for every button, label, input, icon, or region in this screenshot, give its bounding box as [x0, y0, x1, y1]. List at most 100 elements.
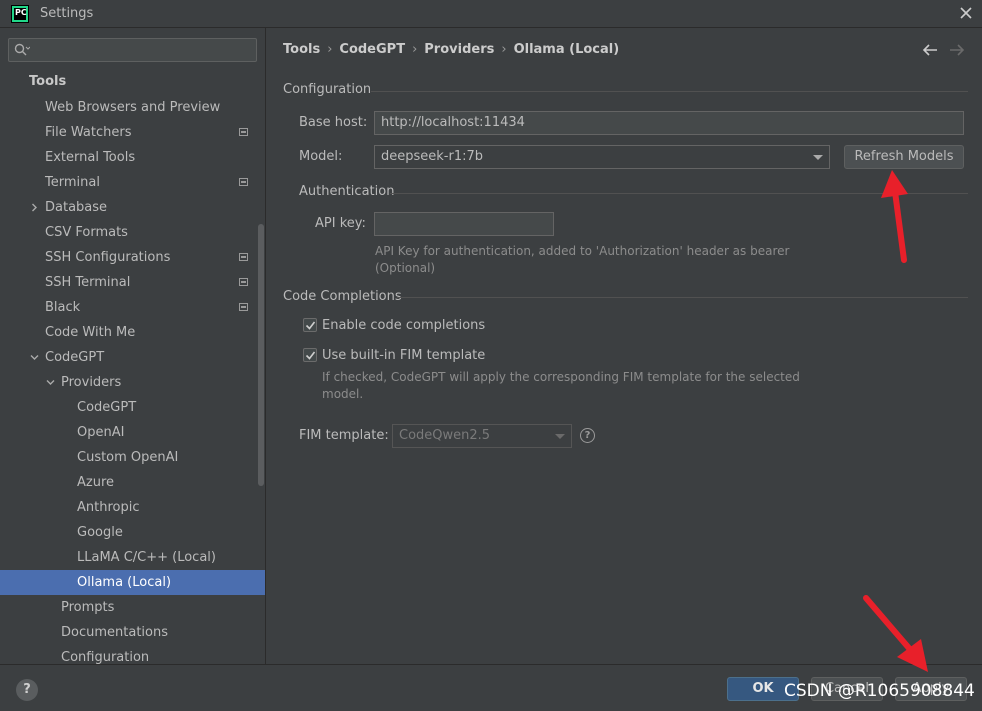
section-code-completions: Code Completions [283, 289, 402, 304]
search-icon [14, 43, 30, 56]
sidebar-item-label: Web Browsers and Preview [45, 100, 221, 115]
api-key-input[interactable] [374, 212, 554, 236]
sidebar-item-label: CodeGPT [45, 350, 105, 365]
section-divider [390, 193, 968, 194]
breadcrumb-item[interactable]: Providers [424, 42, 494, 57]
help-icon[interactable]: ? [580, 428, 595, 443]
fim-template-value: CodeQwen2.5 [399, 428, 491, 443]
sidebar-item-label: Custom OpenAI [77, 450, 179, 465]
settings-content: Tools › CodeGPT › Providers › Ollama (Local) C… [265, 28, 982, 664]
sidebar-item-label: Prompts [61, 600, 115, 615]
sidebar-item-prompts[interactable]: Prompts [0, 595, 257, 620]
breadcrumb-separator: › [501, 42, 507, 57]
sidebar-scrollbar[interactable] [258, 224, 264, 486]
sidebar-item-label: Google [77, 525, 123, 540]
builtin-fim-hint: If checked, CodeGPT will apply the corre… [322, 370, 800, 401]
help-icon[interactable]: ? [16, 679, 38, 701]
base-host-input[interactable]: http://localhost:11434 [374, 111, 964, 135]
window-title: Settings [40, 6, 94, 21]
tree-header-tools[interactable]: Tools [29, 74, 66, 89]
api-key-hint: API Key for authentication, added to 'Au… [375, 244, 790, 275]
base-host-label: Base host: [299, 115, 368, 130]
sidebar-item-anthropic[interactable]: Anthropic [0, 495, 257, 520]
sidebar-item-codegpt[interactable]: CodeGPT [0, 395, 257, 420]
sidebar-item-label: LLaMA C/C++ (Local) [77, 550, 216, 565]
chevron-down-icon [813, 155, 823, 160]
sidebar-item-llama-c-c-local[interactable]: LLaMA C/C++ (Local) [0, 545, 257, 570]
sidebar-item-label: External Tools [45, 150, 136, 165]
sidebar-item-label: Documentations [61, 625, 168, 640]
fim-template-dropdown: CodeQwen2.5 [392, 424, 572, 448]
sidebar-item-providers[interactable]: Providers [0, 370, 257, 395]
watermark: CSDN @R1065908844 [784, 681, 975, 701]
sidebar-item-codegpt[interactable]: CodeGPT [0, 345, 257, 370]
sidebar-item-ollama-local[interactable]: Ollama (Local) [0, 570, 265, 595]
project-settings-icon [239, 178, 248, 186]
project-settings-icon [239, 303, 248, 311]
sidebar-item-openai[interactable]: OpenAI [0, 420, 257, 445]
model-value: deepseek-r1:7b [381, 149, 484, 164]
sidebar-item-label: Code With Me [45, 325, 136, 340]
sidebar-item-label: Ollama (Local) [77, 575, 172, 590]
pycharm-logo-icon: PC [11, 5, 29, 23]
sidebar-item-external-tools[interactable]: External Tools [0, 145, 257, 170]
sidebar-item-custom-openai[interactable]: Custom OpenAI [0, 445, 257, 470]
settings-sidebar: Tools Web Browsers and Preview File Watch… [0, 28, 265, 664]
breadcrumb: Tools › CodeGPT › Providers › Ollama (Local) [283, 42, 619, 57]
close-icon[interactable] [956, 3, 976, 23]
breadcrumb-separator: › [327, 42, 333, 57]
sidebar-item-black[interactable]: Black [0, 295, 257, 320]
sidebar-item-csv-formats[interactable]: CSV Formats [0, 220, 257, 245]
section-configuration: Configuration [283, 82, 372, 97]
breadcrumb-separator: › [412, 42, 418, 57]
sidebar-item-terminal[interactable]: Terminal [0, 170, 257, 195]
sidebar-item-google[interactable]: Google [0, 520, 257, 545]
breadcrumb-item[interactable]: Tools [283, 42, 320, 57]
enable-completions-label[interactable]: Enable code completions [322, 318, 485, 333]
sidebar-item-file-watchers[interactable]: File Watchers [0, 120, 257, 145]
breadcrumb-item: Ollama (Local) [513, 42, 620, 57]
project-settings-icon [239, 253, 248, 261]
sidebar-item-web-browsers-and-preview[interactable]: Web Browsers and Preview [0, 95, 257, 120]
sidebar-item-ssh-terminal[interactable]: SSH Terminal [0, 270, 257, 295]
chevron-down-icon[interactable] [46, 378, 55, 387]
api-key-label: API key: [315, 216, 366, 231]
sidebar-item-label: OpenAI [77, 425, 125, 440]
chevron-right-icon[interactable] [30, 203, 39, 212]
checkmark-icon [305, 321, 316, 330]
forward-arrow-icon[interactable] [949, 44, 965, 56]
sidebar-item-documentations[interactable]: Documentations [0, 620, 257, 645]
sidebar-item-azure[interactable]: Azure [0, 470, 257, 495]
sidebar-item-label: File Watchers [45, 125, 132, 140]
breadcrumb-item[interactable]: CodeGPT [339, 42, 405, 57]
project-settings-icon [239, 278, 248, 286]
search-input[interactable] [33, 41, 253, 59]
sidebar-item-label: Terminal [45, 175, 100, 190]
sidebar-item-ssh-configurations[interactable]: SSH Configurations [0, 245, 257, 270]
model-dropdown[interactable]: deepseek-r1:7b [374, 145, 830, 169]
builtin-fim-label[interactable]: Use built-in FIM template [322, 348, 485, 363]
builtin-fim-checkbox[interactable] [303, 348, 317, 362]
fim-template-label: FIM template: [299, 428, 389, 443]
title-bar: PC Settings [0, 0, 982, 28]
sidebar-item-configuration[interactable]: Configuration [0, 645, 257, 664]
sidebar-item-label: Black [45, 300, 81, 315]
project-settings-icon [239, 128, 248, 136]
back-arrow-icon[interactable] [922, 44, 938, 56]
sidebar-item-code-with-me[interactable]: Code With Me [0, 320, 257, 345]
model-label: Model: [299, 149, 343, 164]
chevron-down-icon[interactable] [30, 353, 39, 362]
sidebar-item-database[interactable]: Database [0, 195, 257, 220]
sidebar-item-label: SSH Configurations [45, 250, 171, 265]
enable-completions-checkbox[interactable] [303, 318, 317, 332]
refresh-models-button[interactable]: Refresh Models [844, 145, 964, 169]
sidebar-item-label: CSV Formats [45, 225, 128, 240]
section-authentication: Authentication [299, 184, 395, 199]
sidebar-item-label: SSH Terminal [45, 275, 131, 290]
sidebar-item-label: Configuration [61, 650, 150, 664]
sidebar-item-label: Providers [61, 375, 122, 390]
section-divider [371, 91, 968, 92]
checkmark-icon [305, 351, 316, 360]
section-divider [397, 297, 968, 298]
settings-search[interactable] [8, 38, 257, 62]
